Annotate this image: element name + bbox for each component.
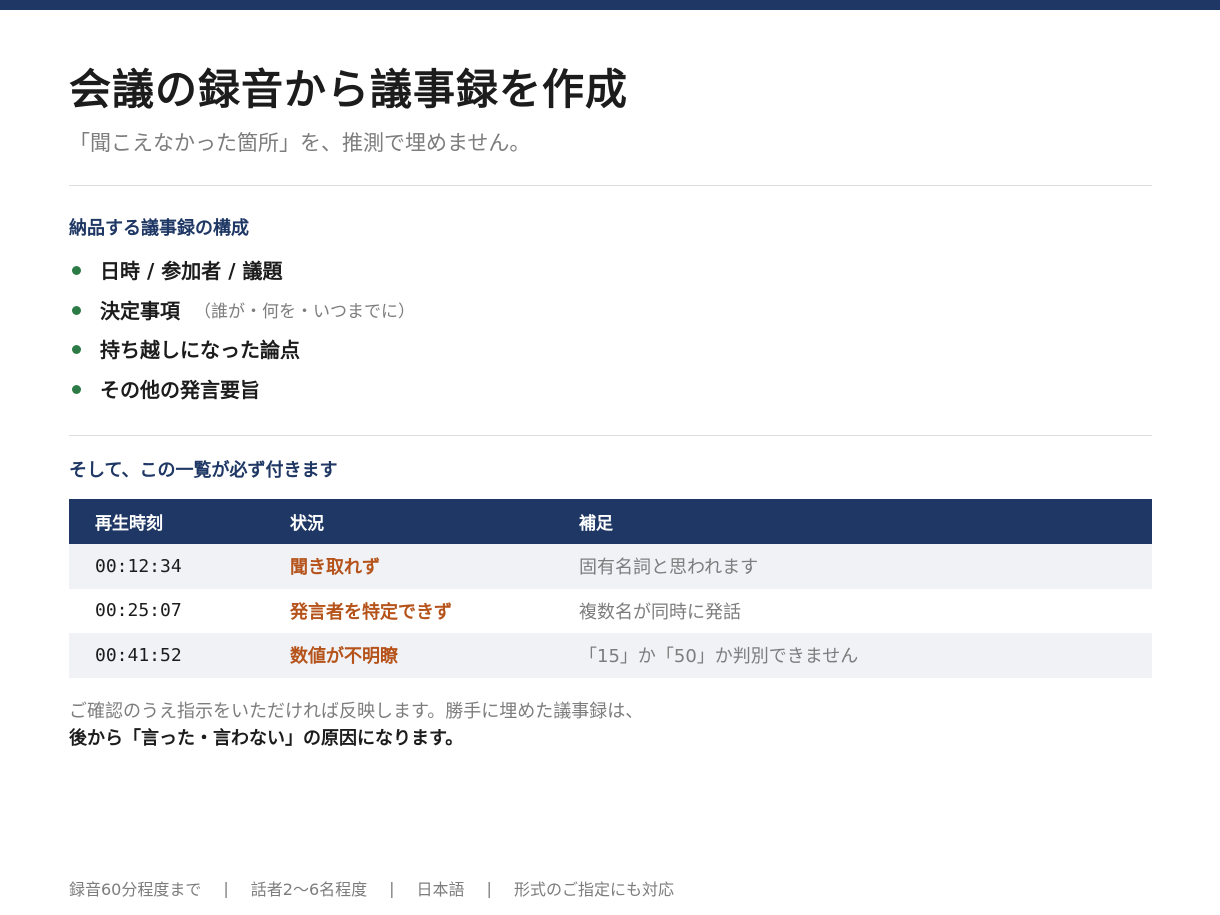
footer-separator: |: [389, 878, 395, 898]
list-item: 持ち越しになった論点: [69, 329, 415, 369]
issues-heading: そして、この一覧が必ず付きます: [69, 460, 338, 481]
closing-note: ご確認のうえ指示をいただければ反映します。勝手に埋めた議事録は、: [69, 701, 644, 722]
bullet-icon: [72, 305, 81, 315]
list-item: 日時 / 参加者 / 議題: [69, 250, 415, 290]
list-item-label: 持ち越しになった論点: [100, 338, 300, 363]
cell-status: 発言者を特定できず: [290, 588, 579, 633]
list-item: 決定事項 （誰が・何を・いつまでに）: [69, 290, 415, 330]
structure-list: 日時 / 参加者 / 議題 決定事項 （誰が・何を・いつまでに） 持ち越しになっ…: [69, 250, 415, 408]
table-row: 00:25:07 発言者を特定できず 複数名が同時に発話: [69, 588, 1152, 633]
column-header-time: 再生時刻: [69, 499, 290, 544]
cell-note: 固有名詞と思われます: [579, 544, 1152, 589]
list-item-label: 日時 / 参加者 / 議題: [100, 259, 283, 284]
page-subtitle: 「聞こえなかった箇所」を、推測で埋めません。: [69, 131, 531, 155]
top-accent-bar: [0, 0, 1220, 10]
cell-time: 00:41:52: [69, 633, 290, 678]
cell-status: 数値が不明瞭: [290, 633, 579, 678]
column-header-status: 状況: [290, 499, 579, 544]
cell-note: 複数名が同時に発話: [579, 588, 1152, 633]
footer-item: 話者2〜6名程度: [250, 880, 368, 899]
page-title: 会議の録音から議事録を作成: [69, 65, 629, 114]
cell-time: 00:25:07: [69, 588, 290, 633]
issues-table: 再生時刻 状況 補足 00:12:34 聞き取れず 固有名詞と思われます 00:…: [69, 499, 1152, 678]
footer-item: 形式のご指定にも対応: [513, 880, 674, 899]
table-row: 00:41:52 数値が不明瞭 「15」か「50」か判別できません: [69, 633, 1152, 678]
footer-specs: 録音60分程度まで | 話者2〜6名程度 | 日本語 | 形式のご指定にも対応: [69, 876, 674, 900]
cell-status: 聞き取れず: [290, 544, 579, 589]
bullet-icon: [72, 384, 81, 394]
list-item-note: （誰が・何を・いつまでに）: [194, 301, 415, 322]
list-item-label: その他の発言要旨: [100, 377, 260, 402]
closing-emphasis: 後から「言った・言わない」の原因になります。: [69, 728, 464, 749]
divider: [69, 435, 1152, 436]
table-row: 00:12:34 聞き取れず 固有名詞と思われます: [69, 544, 1152, 589]
divider: [69, 185, 1152, 186]
bullet-icon: [72, 345, 81, 355]
footer-separator: |: [223, 878, 229, 898]
footer-item: 録音60分程度まで: [69, 880, 202, 899]
footer-separator: |: [486, 878, 492, 898]
table-header-row: 再生時刻 状況 補足: [69, 499, 1152, 544]
cell-note: 「15」か「50」か判別できません: [579, 633, 1152, 678]
list-item: その他の発言要旨: [69, 369, 415, 409]
bullet-icon: [72, 266, 81, 276]
list-item-label: 決定事項: [100, 298, 180, 323]
column-header-note: 補足: [579, 499, 1152, 544]
cell-time: 00:12:34: [69, 544, 290, 589]
footer-item: 日本語: [416, 880, 465, 899]
structure-heading: 納品する議事録の構成: [69, 218, 249, 239]
